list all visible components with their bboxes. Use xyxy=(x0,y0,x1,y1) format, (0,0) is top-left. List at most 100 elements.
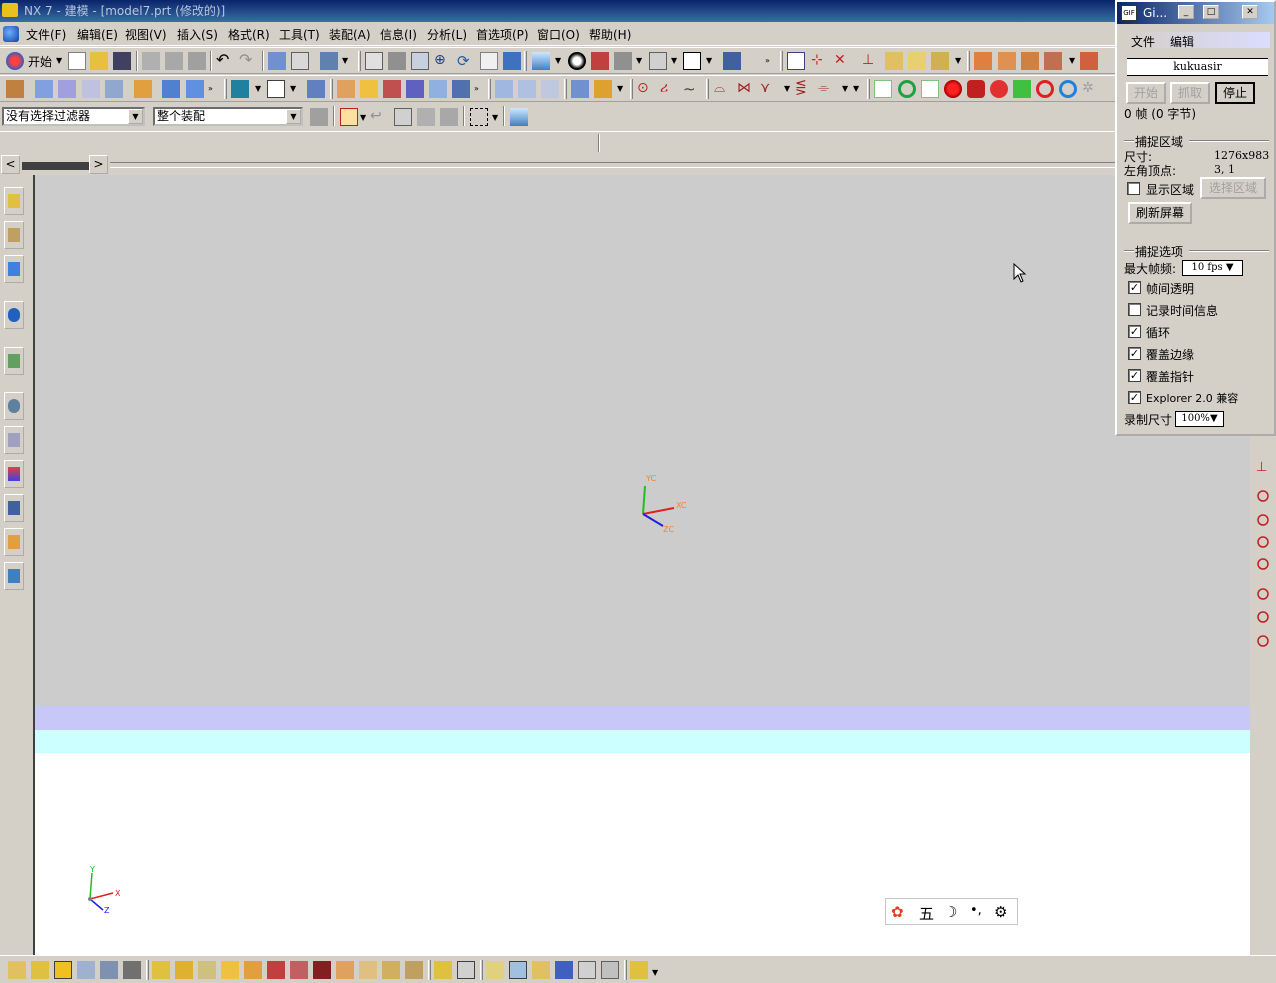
part-navigator-button[interactable] xyxy=(4,255,24,283)
datum-plane-icon[interactable] xyxy=(267,80,285,98)
curve-tool-icon[interactable] xyxy=(31,961,49,979)
torus-icon[interactable] xyxy=(990,80,1008,98)
axis-icon[interactable]: ⊥ xyxy=(862,52,880,70)
menu-preferences[interactable]: 首选项(P) xyxy=(476,26,529,43)
dropdown-icon[interactable]: ▼ xyxy=(290,84,296,93)
system-scenes-button[interactable] xyxy=(4,494,24,522)
dropdown-icon[interactable]: ▼ xyxy=(255,84,261,93)
info-tool-icon[interactable] xyxy=(578,961,596,979)
face-select-icon[interactable] xyxy=(417,108,435,126)
history-button[interactable] xyxy=(4,392,24,420)
orient-icon[interactable] xyxy=(723,52,741,70)
select-region-button[interactable]: 选择区域 xyxy=(1200,177,1266,199)
punctuation-icon[interactable]: •, xyxy=(970,903,982,918)
start-dropdown-icon[interactable]: ▼ xyxy=(56,56,62,65)
menu-insert[interactable]: 插入(S) xyxy=(177,26,218,43)
pointer-checkbox[interactable]: ✓ xyxy=(1128,369,1141,382)
red-gear-icon[interactable] xyxy=(944,80,962,98)
paste-icon[interactable] xyxy=(188,52,206,70)
show-region-checkbox[interactable] xyxy=(1127,182,1140,195)
circle-tool-icon[interactable] xyxy=(1257,514,1269,526)
trim-body-icon[interactable] xyxy=(429,80,447,98)
fillet-tool-icon[interactable] xyxy=(123,961,141,979)
derived-tool-icon[interactable] xyxy=(405,961,423,979)
body-select-icon[interactable] xyxy=(510,108,528,126)
sweep-icon[interactable] xyxy=(82,80,100,98)
rectangle-select-icon[interactable] xyxy=(470,108,488,126)
arrow-icon[interactable]: ↩ xyxy=(370,108,388,126)
line-icon[interactable]: ሪ xyxy=(660,80,678,98)
menu-edit[interactable]: 编辑(E) xyxy=(77,26,118,43)
lighting-icon[interactable] xyxy=(568,52,586,70)
tab-scroll-thumb[interactable] xyxy=(22,162,89,170)
tube-icon[interactable] xyxy=(105,80,123,98)
timeinfo-checkbox[interactable] xyxy=(1128,303,1141,316)
assembly-icon[interactable] xyxy=(974,52,992,70)
display-tool-icon[interactable] xyxy=(509,961,527,979)
capture-menu-file[interactable]: 文件 xyxy=(1131,33,1155,50)
extract-curve-icon[interactable]: ⌯ xyxy=(818,80,836,98)
undo-icon[interactable]: ↶ xyxy=(216,52,234,70)
circle-tool-icon[interactable] xyxy=(1257,536,1269,548)
rotate-icon[interactable]: ⟳ xyxy=(457,52,475,70)
web-browser-button[interactable] xyxy=(4,301,24,329)
reuse-library-button[interactable] xyxy=(4,426,24,454)
sketch-icon[interactable] xyxy=(268,52,286,70)
pencil-icon[interactable] xyxy=(931,52,949,70)
dropdown-icon[interactable]: ▼ xyxy=(1069,56,1075,65)
cylinder-red-icon[interactable] xyxy=(967,80,985,98)
edge-select-icon[interactable] xyxy=(440,108,458,126)
extend-tool-icon[interactable] xyxy=(175,961,193,979)
menu-view[interactable]: 视图(V) xyxy=(125,26,167,43)
palette-button[interactable] xyxy=(4,347,24,375)
menu-file[interactable]: 文件(F) xyxy=(26,26,66,43)
surface-icon[interactable] xyxy=(495,80,513,98)
capture-menu-edit[interactable]: 编辑 xyxy=(1170,33,1194,50)
point-set-icon[interactable] xyxy=(874,80,892,98)
redo-icon[interactable]: ↷ xyxy=(239,52,257,70)
menu-analysis[interactable]: 分析(L) xyxy=(427,26,467,43)
menu-window[interactable]: 窗口(O) xyxy=(537,26,580,43)
start-capture-button[interactable]: 开始 xyxy=(1126,82,1166,104)
dropdown-icon[interactable]: ▼ xyxy=(360,113,366,122)
pan-icon[interactable] xyxy=(480,52,498,70)
circle-tool-icon[interactable] xyxy=(1257,490,1269,502)
circle-tool-icon[interactable] xyxy=(1257,558,1269,570)
trim-tool-icon[interactable] xyxy=(152,961,170,979)
chamfer-icon[interactable] xyxy=(360,80,378,98)
fit-icon[interactable] xyxy=(365,52,383,70)
type-filter-select[interactable]: 没有选择过滤器 ▼ xyxy=(2,107,145,126)
scroll-left-icon[interactable]: < xyxy=(1,155,20,174)
scroll-right-icon[interactable]: > xyxy=(89,155,108,174)
transparent-checkbox[interactable]: ✓ xyxy=(1128,281,1141,294)
mate-icon[interactable] xyxy=(1021,52,1039,70)
circle-tool-icon[interactable] xyxy=(1257,588,1269,600)
project-curve-icon[interactable]: ⋈ xyxy=(737,80,755,98)
max-fps-select[interactable]: 10 fps ▼ xyxy=(1182,260,1243,276)
group-tool-icon[interactable] xyxy=(434,961,452,979)
mesh-icon[interactable] xyxy=(518,80,536,98)
spring-icon[interactable]: ✲ xyxy=(1082,80,1100,98)
pattern-icon[interactable] xyxy=(594,80,612,98)
dropdown-icon[interactable]: ▼ xyxy=(784,84,790,93)
shell-icon[interactable] xyxy=(383,80,401,98)
offset-curve-icon[interactable]: ⋚ xyxy=(795,80,813,98)
rec-size-select[interactable]: 100%▼ xyxy=(1175,411,1224,427)
bridge-icon[interactable]: ⌓ xyxy=(714,80,732,98)
selection-scope-select[interactable]: 整个装配 ▼ xyxy=(153,107,303,126)
plugin-tool-icon[interactable] xyxy=(630,961,648,979)
intersect-tool-icon[interactable] xyxy=(382,961,400,979)
relation-tool-icon[interactable] xyxy=(313,961,331,979)
arc-tool-icon[interactable] xyxy=(77,961,95,979)
menu-format[interactable]: 格式(R) xyxy=(228,26,270,43)
rectangle-tool-icon[interactable] xyxy=(54,961,72,979)
object-tool-icon[interactable] xyxy=(555,961,573,979)
dropdown-icon[interactable]: ▼ xyxy=(842,84,848,93)
border-checkbox[interactable]: ✓ xyxy=(1128,347,1141,360)
mirror-tool-icon[interactable] xyxy=(244,961,262,979)
app-menu-icon[interactable] xyxy=(3,26,19,42)
reposition-icon[interactable] xyxy=(1044,52,1062,70)
extrude-icon[interactable] xyxy=(35,80,53,98)
pattern-tool-icon[interactable] xyxy=(336,961,354,979)
zoom-window-icon[interactable] xyxy=(411,52,429,70)
